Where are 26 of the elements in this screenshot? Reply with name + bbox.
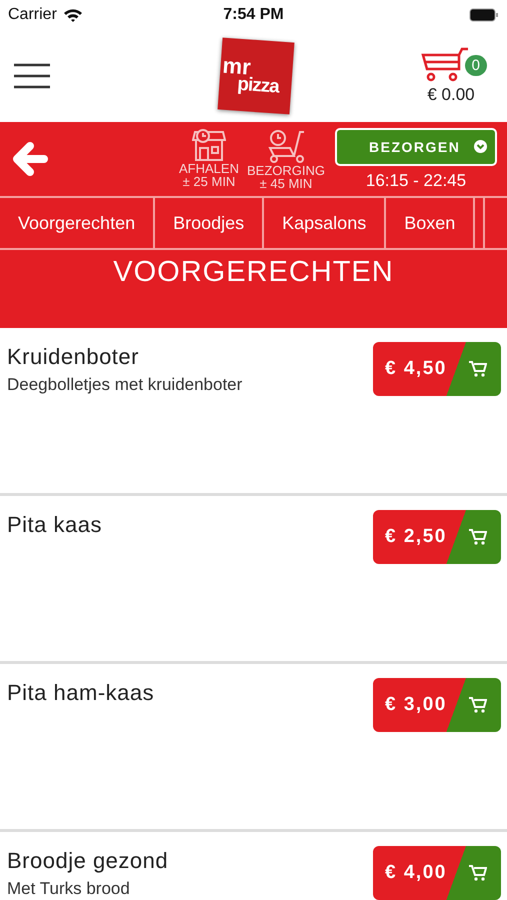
product-price: € 2,50 [385, 526, 447, 548]
option-label: AFHALEN [179, 162, 239, 175]
add-to-cart-button[interactable]: € 3,00 [373, 678, 501, 732]
product-name: Broodje gezond [7, 848, 168, 873]
delivery-mode-button[interactable]: BEZORGEN [335, 128, 497, 166]
option-label: BEZORGING [246, 164, 325, 177]
option-time: ± 25 MIN [182, 175, 236, 188]
product-price: € 4,50 [385, 358, 447, 380]
add-to-cart-button[interactable]: € 4,50 [373, 342, 501, 396]
logo: mr pizza [217, 38, 294, 114]
product-price: € 4,00 [385, 862, 447, 884]
carrier-name: Carrier [8, 6, 57, 24]
product-name: Pita ham-kaas [7, 680, 154, 705]
product-name: Kruidenboter [7, 344, 140, 369]
add-to-cart-button[interactable]: € 4,00 [373, 846, 501, 900]
cart-count: 0 [464, 55, 487, 76]
section-title: VOORGERECHTEN [113, 256, 394, 290]
product-name: Pita kaas [7, 512, 102, 537]
product-description: Deegbolletjes met kruidenboter [7, 375, 242, 394]
add-to-cart-button[interactable]: € 2,50 [373, 510, 501, 564]
option-time: ± 45 MIN [260, 177, 312, 190]
clock-time: 7:54 PM [223, 6, 284, 24]
product-description: Met Turks brood [7, 879, 131, 898]
product-price: € 3,00 [385, 694, 447, 716]
opening-hours: 16:15 - 22:45 [366, 170, 466, 190]
cart-total: € 0.00 [427, 85, 475, 105]
